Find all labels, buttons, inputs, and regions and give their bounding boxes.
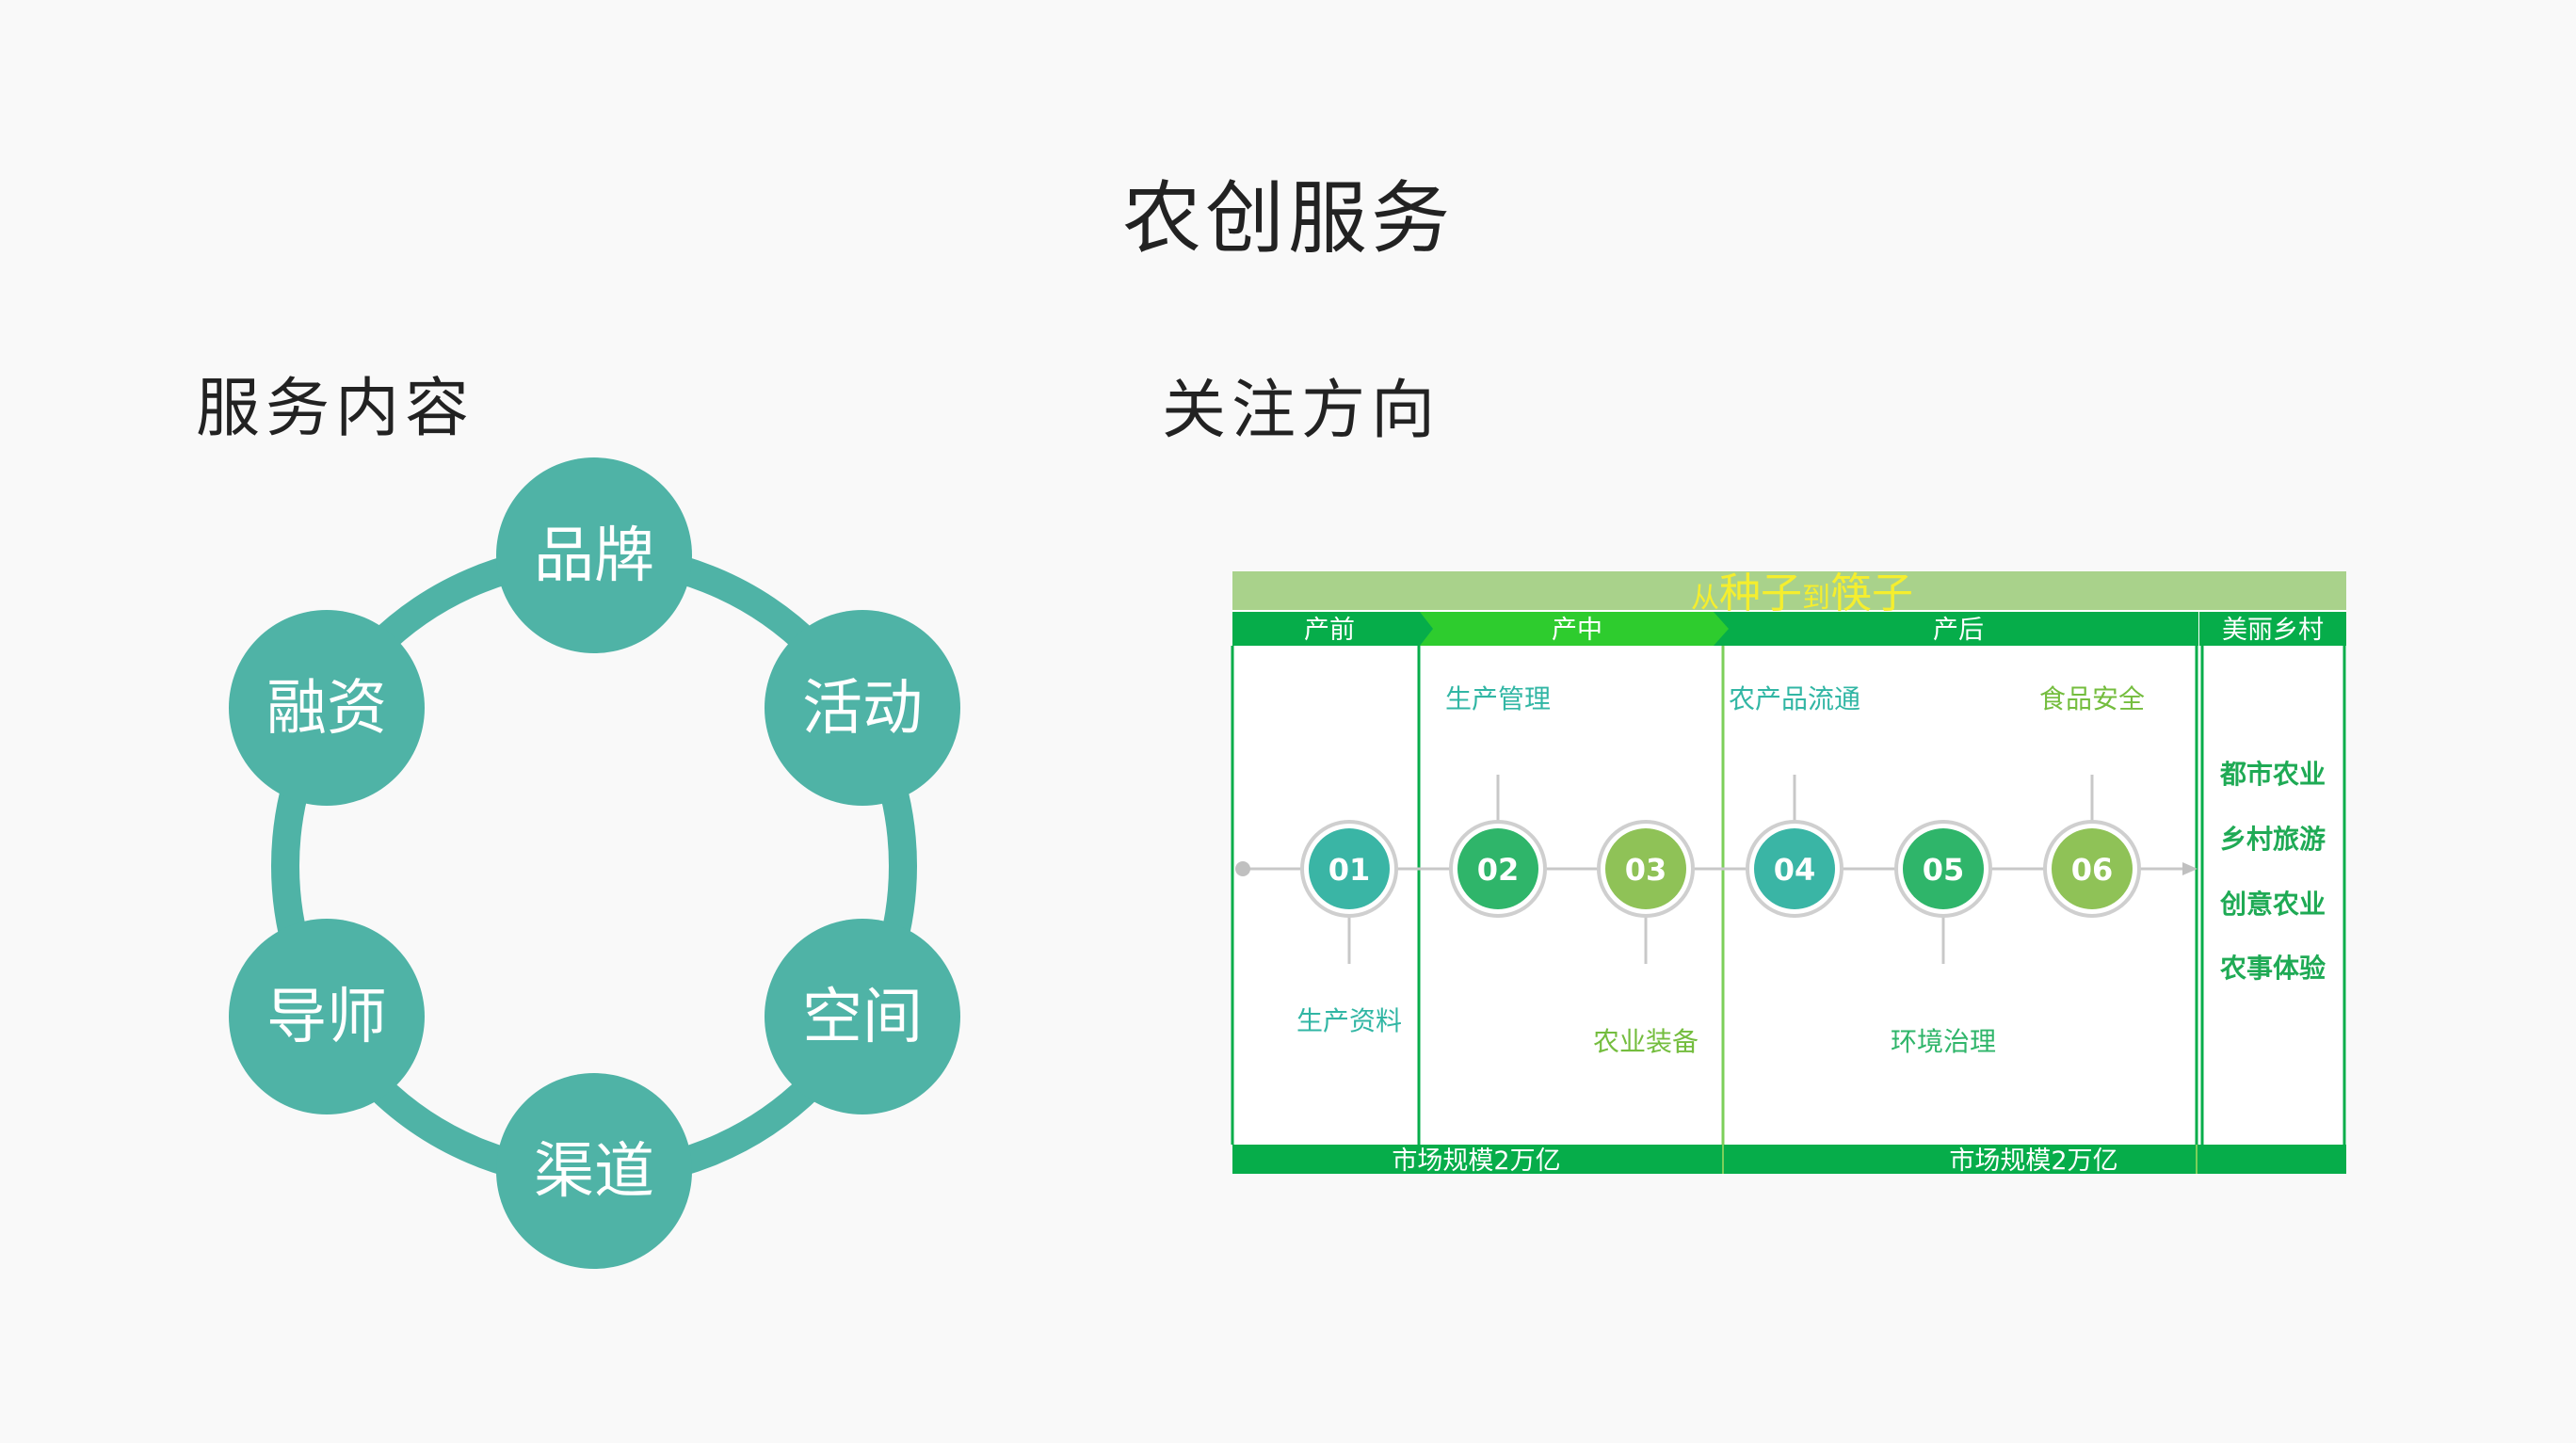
step-number: 03 (1625, 852, 1667, 888)
step-label-01: 生产资料 (1296, 1005, 1402, 1036)
side-header-label: 美丽乡村 (2222, 616, 2324, 645)
cycle-node-label: 融资 (266, 674, 387, 744)
step-number: 01 (1328, 852, 1371, 888)
side-item: 都市农业 (2219, 759, 2326, 790)
cycle-node-space: 空间 (765, 919, 960, 1114)
stage-label-after: 产后 (1933, 616, 1984, 645)
side-item: 创意农业 (2219, 889, 2326, 920)
step-03: 03 (1597, 820, 1695, 918)
cycle-node-label: 品牌 (534, 521, 654, 591)
cycle-node-label: 活动 (802, 674, 923, 744)
step-label-05: 环境治理 (1891, 1026, 1996, 1057)
stage-label-during: 产中 (1552, 616, 1602, 645)
focus-diagram: 从种子到筷子 产前 产中 产后 美丽乡村 市场规模2万亿 市场规模2万亿 01 … (1231, 569, 2346, 1176)
step-label-04: 农产品流通 (1729, 683, 1860, 714)
services-cycle: 品牌 活动 空间 渠道 导师 融资 (229, 457, 960, 1269)
step-label-02: 生产管理 (1445, 683, 1551, 714)
step-number: 04 (1774, 852, 1816, 888)
cycle-node-financing: 融资 (229, 610, 425, 806)
market-label: 市场规模2万亿 (1949, 1146, 2117, 1176)
step-label-06: 食品安全 (2039, 683, 2145, 714)
step-label-03: 农业装备 (1593, 1026, 1699, 1057)
step-number: 02 (1477, 852, 1520, 888)
stage-label-before: 产前 (1304, 616, 1355, 645)
cycle-node-mentor: 导师 (229, 919, 425, 1114)
step-02: 02 (1449, 820, 1547, 918)
step-06: 06 (2043, 820, 2141, 918)
step-05: 05 (1894, 820, 1992, 918)
cycle-node-label: 渠道 (534, 1137, 654, 1207)
cycle-node-brand: 品牌 (496, 457, 692, 653)
side-item: 乡村旅游 (2220, 824, 2326, 855)
step-01: 01 (1300, 820, 1398, 918)
market-label: 市场规模2万亿 (1392, 1146, 1560, 1176)
cycle-node-activity: 活动 (765, 610, 960, 806)
cycle-node-label: 导师 (266, 983, 387, 1052)
step-number: 06 (2071, 852, 2114, 888)
cycle-node-label: 空间 (802, 983, 923, 1052)
diagram-canvas: 品牌 活动 空间 渠道 导师 融资 从种子到筷子 产前 产中 产后 美丽乡村 市… (229, 457, 2346, 1269)
side-item: 农事体验 (2219, 953, 2326, 984)
timeline-start-dot (1235, 861, 1250, 876)
step-number: 05 (1923, 852, 1965, 888)
step-04: 04 (1746, 820, 1843, 918)
cycle-node-channel: 渠道 (496, 1073, 692, 1269)
